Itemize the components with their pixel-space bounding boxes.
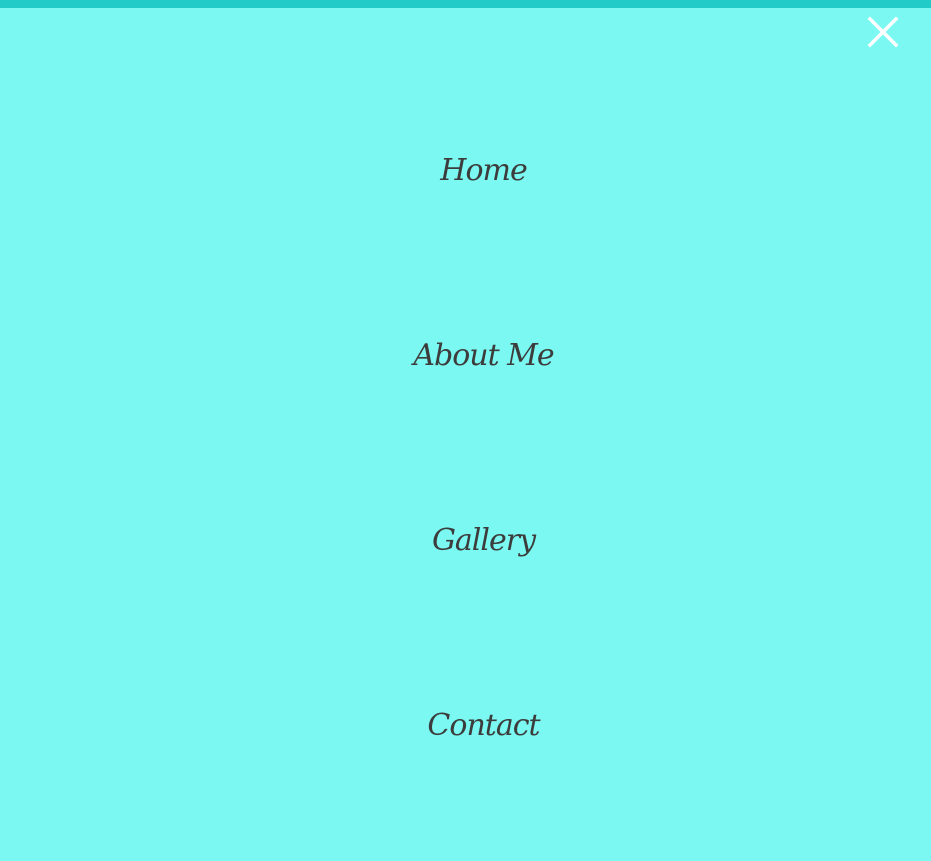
menu-item-contact[interactable]: Contact: [0, 706, 931, 746]
close-icon: [867, 16, 899, 48]
menu-item-label: Gallery: [431, 523, 536, 558]
menu-item-label: Home: [440, 153, 527, 188]
menu-item-about-me[interactable]: About Me: [0, 336, 931, 376]
menu-item-label: About Me: [413, 338, 554, 373]
menu-item-label: Contact: [427, 708, 540, 743]
menu-item-gallery[interactable]: Gallery: [0, 521, 931, 561]
top-accent-bar: [0, 0, 931, 8]
close-menu-button[interactable]: [866, 15, 900, 49]
menu-item-home[interactable]: Home: [0, 151, 931, 191]
